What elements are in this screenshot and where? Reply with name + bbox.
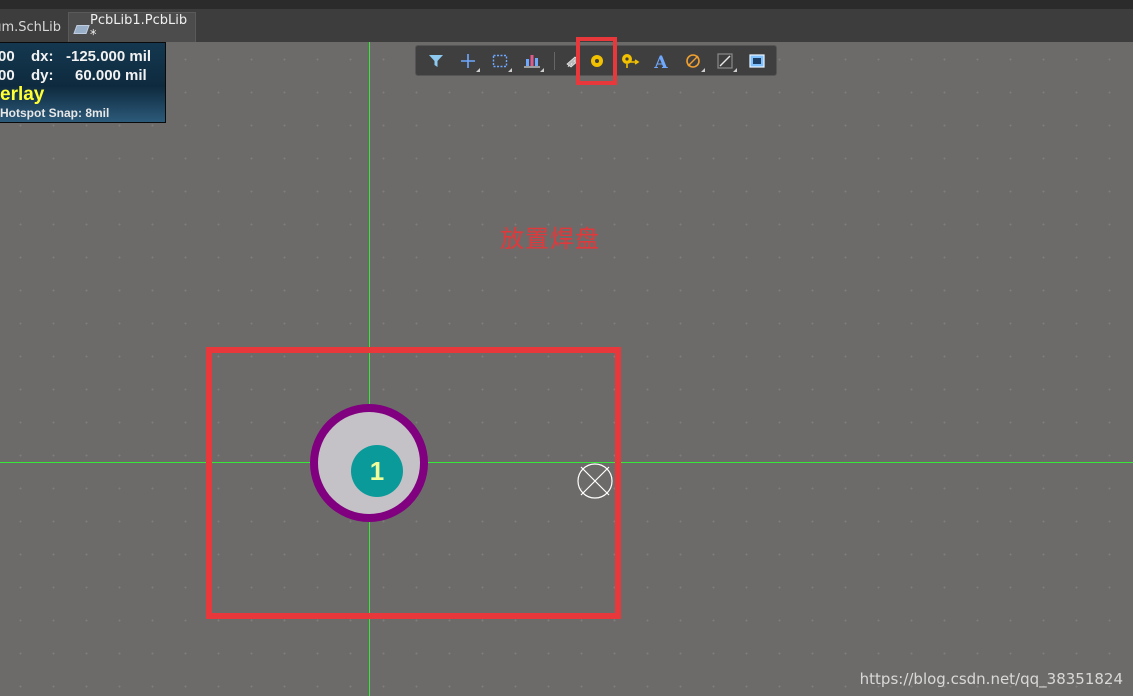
pcb-document-icon xyxy=(75,23,86,33)
region-icon xyxy=(749,54,765,68)
text-icon: A xyxy=(653,53,668,70)
pad-hole: 1 xyxy=(351,445,403,497)
place-text-button[interactable]: A xyxy=(647,46,675,75)
chevron-down-icon xyxy=(508,68,512,72)
origin-marker-icon xyxy=(577,463,613,499)
watermark: https://blog.csdn.net/qq_38351824 xyxy=(859,670,1123,688)
filter-icon xyxy=(429,55,443,67)
place-pad-annotation: 放置焊盘 xyxy=(500,225,600,253)
hud-dx-value: -125.000 mil xyxy=(66,48,152,65)
place-pad-highlight xyxy=(576,37,617,85)
pad-designator: 1 xyxy=(369,456,385,486)
hud-y-value: 00 xyxy=(0,67,15,84)
chevron-down-icon xyxy=(701,68,705,72)
document-tab-bar: um.SchLib PcbLib1.PcbLib * xyxy=(0,9,1133,43)
hud-layer-name: erlay xyxy=(0,84,45,105)
select-rect-icon xyxy=(492,54,508,68)
chevron-down-icon xyxy=(540,68,544,72)
cross-tool-button[interactable] xyxy=(454,46,482,75)
tab-pcblib-label: PcbLib1.PcbLib * xyxy=(90,12,188,43)
arc-tool-button[interactable] xyxy=(679,46,707,75)
toolbar-separator xyxy=(554,52,555,70)
filter-tool-button[interactable] xyxy=(422,46,450,75)
align-icon xyxy=(524,55,540,68)
pad[interactable]: 1 xyxy=(310,404,428,522)
tab-schlib[interactable]: um.SchLib xyxy=(0,12,67,42)
chevron-down-icon xyxy=(476,68,480,72)
hud-x-value: 00 xyxy=(0,48,15,65)
select-tool-button[interactable] xyxy=(486,46,514,75)
tab-schlib-label: um.SchLib xyxy=(0,19,61,35)
region-tool-button[interactable] xyxy=(743,46,771,75)
pcb-editor-window: um.SchLib PcbLib1.PcbLib * 00 dx: -125.0… xyxy=(0,0,1133,696)
chevron-down-icon xyxy=(733,68,737,72)
line-icon xyxy=(717,53,733,69)
hud-dx-label: dx: xyxy=(31,48,54,65)
heads-up-display: 00 dx: -125.000 mil 00 dy: 60.000 mil er… xyxy=(0,42,166,123)
tab-pcblib[interactable]: PcbLib1.PcbLib * xyxy=(68,12,196,43)
pad-copper-ring: 1 xyxy=(318,412,420,514)
hud-snap-info: Hotspot Snap: 8mil xyxy=(0,106,110,120)
hud-dy-value: 60.000 mil xyxy=(75,67,147,84)
arc-icon xyxy=(686,54,700,68)
line-tool-button[interactable] xyxy=(711,46,739,75)
cross-icon xyxy=(461,54,475,68)
via-icon xyxy=(622,54,640,68)
place-via-button[interactable] xyxy=(615,46,643,75)
text-tool-glyph: A xyxy=(653,53,668,70)
hud-dy-label: dy: xyxy=(31,67,54,84)
align-tool-button[interactable] xyxy=(518,46,546,75)
